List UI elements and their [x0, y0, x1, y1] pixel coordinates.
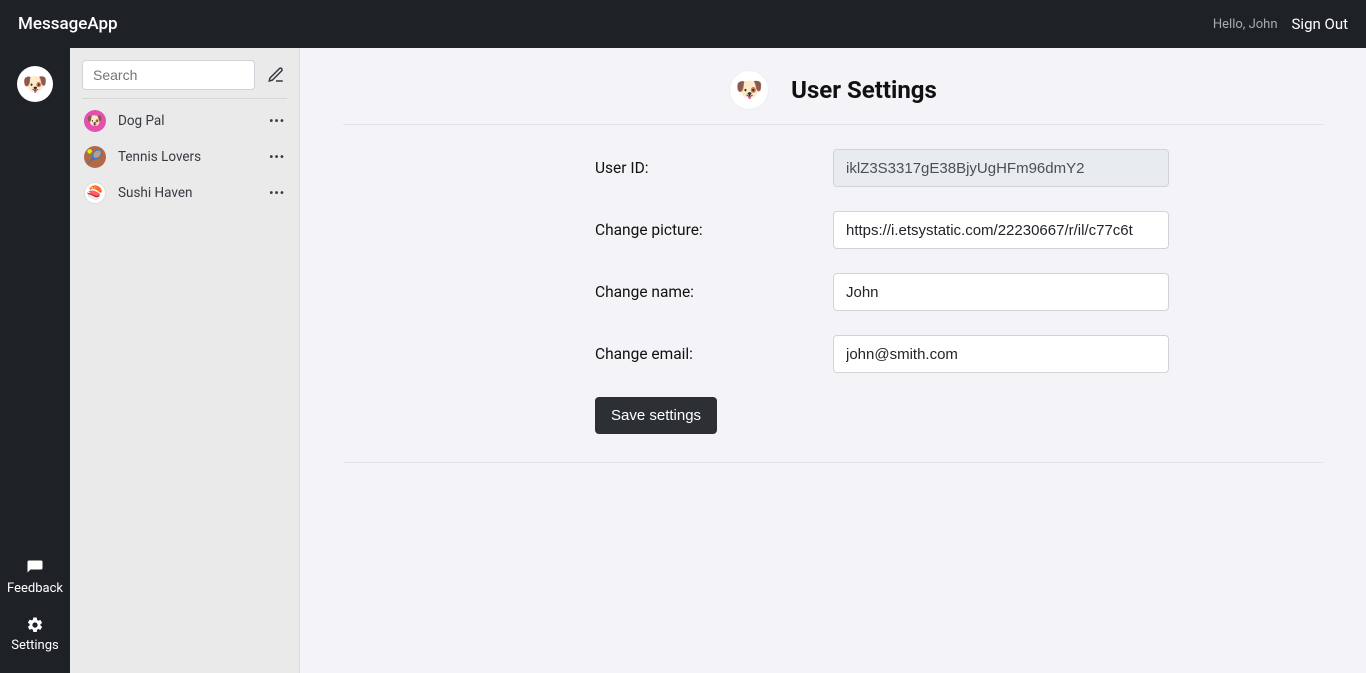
chat-avatar: 🍣 [84, 182, 106, 204]
chat-name: Sushi Haven [118, 185, 257, 201]
page-title: User Settings [791, 76, 937, 104]
chat-name: Tennis Lovers [118, 149, 257, 165]
chat-item-tennis-lovers[interactable]: 🎾 Tennis Lovers ••• [70, 139, 299, 175]
divider [343, 462, 1323, 463]
label-email: Change email: [343, 345, 833, 363]
label-name: Change name: [343, 283, 833, 301]
search-group [82, 60, 255, 90]
email-field[interactable] [833, 335, 1169, 373]
rail-feedback-label: Feedback [7, 581, 63, 596]
form-row-picture: Change picture: [343, 211, 1323, 249]
chat-more-button[interactable]: ••• [269, 186, 285, 200]
settings-avatar: 🐶 [729, 70, 769, 110]
rail-feedback[interactable]: Feedback [0, 553, 70, 602]
chat-more-button[interactable]: ••• [269, 150, 285, 164]
navbar-right: Hello, John Sign Out [1213, 15, 1348, 33]
search-input[interactable] [83, 61, 255, 89]
sign-out-button[interactable]: Sign Out [1292, 15, 1348, 33]
left-rail: 🐶 Feedback Settings [0, 48, 70, 673]
form-row-name: Change name: [343, 273, 1323, 311]
name-field[interactable] [833, 273, 1169, 311]
chat-more-button[interactable]: ••• [269, 114, 285, 128]
picture-field[interactable] [833, 211, 1169, 249]
form-row-email: Change email: [343, 335, 1323, 373]
chat-item-dog-pal[interactable]: 🐶 Dog Pal ••• [70, 103, 299, 139]
settings-form: User ID: Change picture: Change name: Ch… [343, 149, 1323, 434]
app-name[interactable]: MessageApp [18, 14, 118, 34]
chat-avatar: 🎾 [84, 146, 106, 168]
label-user-id: User ID: [343, 159, 833, 177]
save-settings-button[interactable]: Save settings [595, 397, 717, 434]
chat-bubble-icon [26, 559, 44, 577]
current-user-avatar[interactable]: 🐶 [17, 66, 53, 102]
main-content: 🐶 User Settings User ID: Change picture:… [300, 48, 1366, 673]
form-row-user-id: User ID: [343, 149, 1323, 187]
top-navbar: MessageApp Hello, John Sign Out [0, 0, 1366, 48]
divider [343, 124, 1323, 125]
divider [82, 98, 287, 99]
user-id-field [833, 149, 1169, 187]
dog-icon: 🐶 [23, 72, 48, 96]
chat-list-panel: 🐶 Dog Pal ••• 🎾 Tennis Lovers ••• 🍣 Sush… [70, 48, 300, 673]
rail-settings[interactable]: Settings [0, 610, 70, 659]
greeting-text: Hello, John [1213, 17, 1278, 32]
label-picture: Change picture: [343, 221, 833, 239]
chat-item-sushi-haven[interactable]: 🍣 Sushi Haven ••• [70, 175, 299, 211]
chat-name: Dog Pal [118, 113, 257, 129]
compose-icon [267, 66, 285, 84]
settings-header: 🐶 User Settings [343, 70, 1323, 110]
rail-settings-label: Settings [11, 638, 58, 653]
chat-avatar: 🐶 [84, 110, 106, 132]
compose-button[interactable] [265, 64, 287, 86]
gear-icon [26, 616, 44, 634]
